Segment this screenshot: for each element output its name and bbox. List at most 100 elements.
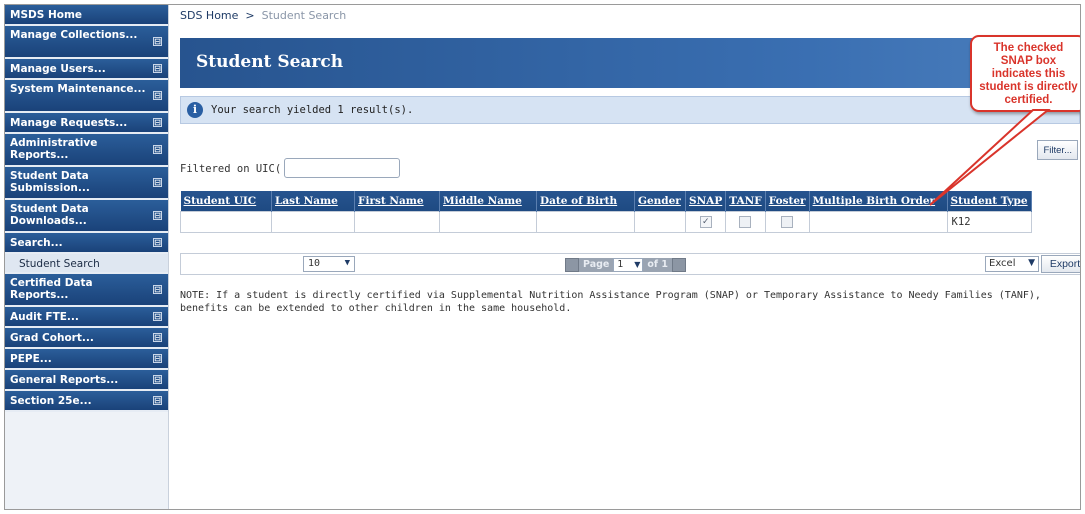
- tanf-checkbox: [739, 215, 752, 228]
- sidebar-subitem-student-search[interactable]: Student Search: [5, 254, 168, 274]
- sidebar-item-student-data-downloads[interactable]: Student Data Downloads... ⊟: [5, 200, 168, 233]
- column-header-multiple-birth-order[interactable]: Multiple Birth Order: [809, 191, 948, 211]
- expand-icon[interactable]: ⊟: [153, 90, 162, 100]
- chevron-down-icon: ▼: [634, 259, 641, 269]
- sidebar-item-manage-collections[interactable]: Manage Collections... ⊟: [5, 26, 168, 59]
- filter-label: Filtered on UIC(: [180, 163, 282, 175]
- column-header-date-of-birth[interactable]: Date of Birth: [536, 191, 635, 211]
- current-page-value: 1: [617, 258, 624, 270]
- cell-snap: ✓: [684, 210, 727, 233]
- column-header-snap[interactable]: SNAP: [685, 191, 727, 211]
- sidebar-item-label: System Maintenance...: [10, 83, 146, 95]
- expand-icon[interactable]: ⊟: [153, 36, 162, 46]
- last-page-button[interactable]: [671, 257, 686, 272]
- result-message: Your search yielded 1 result(s).: [211, 104, 414, 116]
- breadcrumb-separator: >: [245, 9, 255, 22]
- breadcrumb-home-link[interactable]: SDS Home: [180, 9, 238, 22]
- export-button[interactable]: Export: [1041, 255, 1080, 273]
- results-table: Student UIC Last Name First Name Middle …: [180, 191, 1032, 233]
- callout-text: The checked SNAP box indicates this stud…: [979, 42, 1078, 106]
- expand-icon[interactable]: ⊟: [153, 210, 162, 220]
- column-header-gender[interactable]: Gender: [634, 191, 686, 211]
- column-header-middle-name[interactable]: Middle Name: [439, 191, 537, 211]
- expand-icon[interactable]: ⊟: [153, 374, 162, 384]
- sidebar-item-label: Student Data Submission...: [10, 170, 90, 194]
- snap-checkbox: ✓: [699, 215, 712, 228]
- sidebar-item-label: Certified Data Reports...: [10, 277, 93, 301]
- expand-icon[interactable]: ⊟: [153, 353, 162, 363]
- sidebar-item-section-25e[interactable]: Section 25e... ⊟: [5, 391, 168, 412]
- cell-multiple-birth-order: [808, 210, 948, 233]
- breadcrumb: SDS Home > Student Search: [180, 9, 346, 22]
- column-header-student-type[interactable]: Student Type: [947, 191, 1032, 211]
- expand-icon[interactable]: ⊟: [153, 177, 162, 187]
- snap-tanf-note: NOTE: If a student is directly certified…: [180, 290, 1041, 314]
- cell-student-type: K12: [946, 210, 1032, 233]
- sidebar-item-administrative-reports[interactable]: Administrative Reports... ⊟: [5, 134, 168, 167]
- pagination: Page 1 ▼ of 1: [565, 257, 686, 272]
- export-format-select[interactable]: Excel ▼: [985, 256, 1039, 272]
- breadcrumb-current: Student Search: [261, 9, 347, 22]
- foster-checkbox: [781, 215, 794, 228]
- sidebar-item-label: Search...: [10, 237, 63, 249]
- page-label: Page: [579, 257, 614, 272]
- page-title: Student Search: [196, 52, 344, 72]
- page-number-select[interactable]: 1 ▼: [613, 257, 644, 272]
- table-header-row: Student UIC Last Name First Name Middle …: [180, 191, 1032, 211]
- expand-icon[interactable]: ⊟: [153, 311, 162, 321]
- first-page-button[interactable]: [565, 257, 579, 272]
- sidebar-item-audit-fte[interactable]: Audit FTE... ⊟: [5, 307, 168, 328]
- cell-date-of-birth: [536, 210, 635, 233]
- chevron-down-icon: ▼: [1028, 258, 1035, 268]
- expand-icon[interactable]: ⊟: [153, 395, 162, 405]
- expand-icon[interactable]: ⊟: [153, 332, 162, 342]
- page-size-value: 10: [308, 258, 321, 269]
- sidebar-item-general-reports[interactable]: General Reports... ⊟: [5, 370, 168, 391]
- sidebar-item-msds-home[interactable]: MSDS Home: [5, 5, 168, 26]
- chevron-down-icon: ▼: [344, 258, 350, 268]
- filter-button[interactable]: Filter...: [1037, 140, 1078, 160]
- export-format-value: Excel: [989, 258, 1016, 269]
- sidebar-item-certified-data-reports[interactable]: Certified Data Reports... ⊟: [5, 274, 168, 307]
- sidebar-item-label: General Reports...: [10, 374, 119, 386]
- pager-row: 10 ▼ Page 1 ▼ of 1 Excel ▼ Export: [180, 253, 1080, 275]
- sidebar-item-manage-users[interactable]: Manage Users... ⊟: [5, 59, 168, 80]
- sidebar-nav: MSDS Home Manage Collections... ⊟ Manage …: [5, 5, 169, 509]
- page-size-select[interactable]: 10 ▼: [303, 256, 355, 272]
- cell-student-uic: [180, 210, 272, 233]
- sidebar-item-pepe[interactable]: PEPE... ⊟: [5, 349, 168, 370]
- of-pages-label: of 1: [643, 257, 672, 272]
- column-header-last-name[interactable]: Last Name: [271, 191, 355, 211]
- expand-icon[interactable]: ⊟: [153, 237, 162, 247]
- sidebar-item-label: PEPE...: [10, 353, 52, 365]
- expand-icon[interactable]: ⊟: [153, 117, 162, 127]
- sidebar-item-label: Administrative Reports...: [10, 137, 98, 161]
- annotation-callout: The checked SNAP box indicates this stud…: [970, 35, 1080, 112]
- sidebar-item-search[interactable]: Search... ⊟: [5, 233, 168, 254]
- sidebar-item-label: Manage Users...: [10, 63, 106, 75]
- page-header: Student Search: [180, 38, 1080, 88]
- column-header-foster[interactable]: Foster: [765, 191, 810, 211]
- sidebar-item-label: MSDS Home: [10, 9, 83, 21]
- sidebar-item-grad-cohort[interactable]: Grad Cohort... ⊟: [5, 328, 168, 349]
- info-icon: i: [187, 102, 203, 118]
- cell-foster: [764, 210, 810, 233]
- expand-icon[interactable]: ⊟: [153, 284, 162, 294]
- filter-uic-input[interactable]: [284, 158, 400, 178]
- main-content: SDS Home > Student Search Student Search i…: [170, 5, 1080, 509]
- column-header-first-name[interactable]: First Name: [354, 191, 440, 211]
- sidebar-item-manage-requests[interactable]: Manage Requests... ⊟: [5, 113, 168, 134]
- column-header-student-uic[interactable]: Student UIC: [180, 191, 272, 211]
- sidebar-item-system-maintenance[interactable]: System Maintenance... ⊟: [5, 80, 168, 113]
- sidebar-item-label: Manage Collections...: [10, 29, 138, 41]
- sidebar-item-student-data-submission[interactable]: Student Data Submission... ⊟: [5, 167, 168, 200]
- app-window: MSDS Home Manage Collections... ⊟ Manage …: [4, 4, 1081, 510]
- expand-icon[interactable]: ⊟: [153, 63, 162, 73]
- sidebar-item-label: Section 25e...: [10, 395, 92, 407]
- cell-first-name: [354, 210, 440, 233]
- table-row[interactable]: ✓ K12: [180, 210, 1032, 233]
- column-header-tanf[interactable]: TANF: [725, 191, 766, 211]
- sidebar-item-label: Grad Cohort...: [10, 332, 94, 344]
- expand-icon[interactable]: ⊟: [153, 144, 162, 154]
- cell-middle-name: [439, 210, 537, 233]
